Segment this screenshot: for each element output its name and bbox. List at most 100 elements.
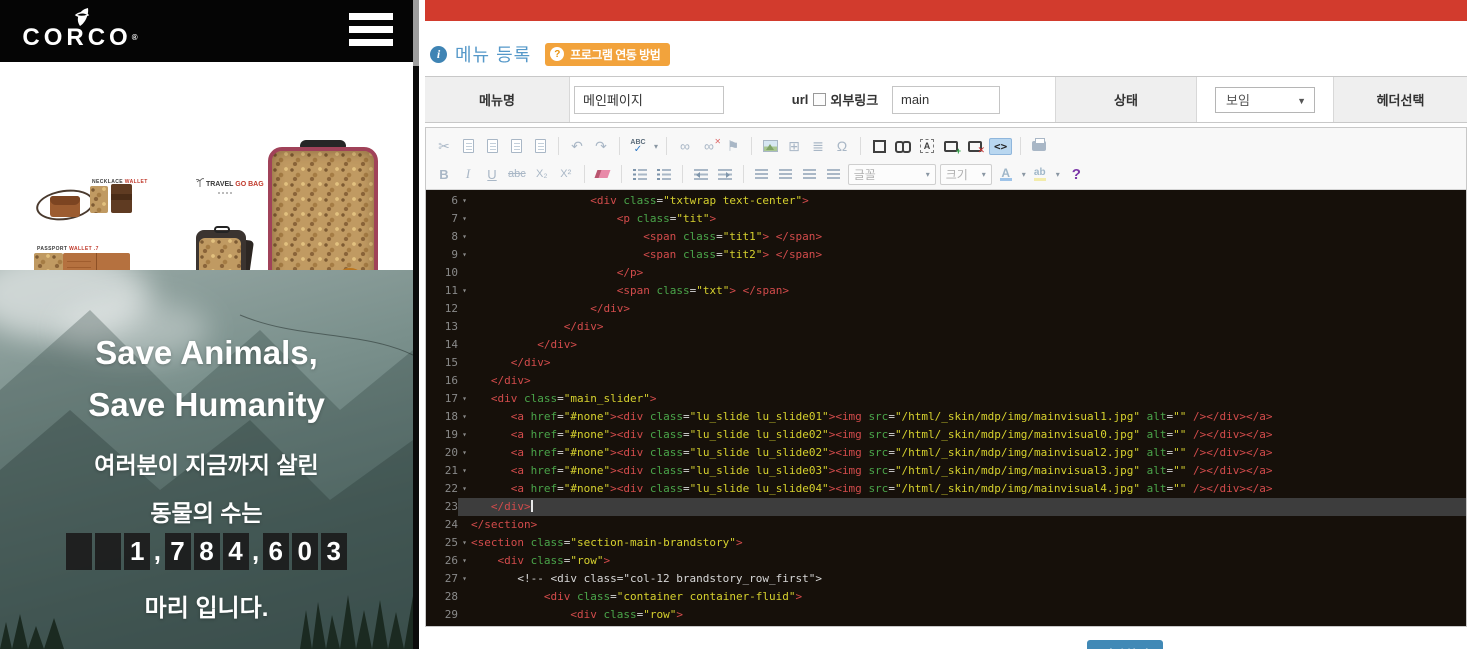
undo-icon[interactable]: ↶ xyxy=(567,135,587,157)
redo-icon[interactable]: ↷ xyxy=(591,135,611,157)
remove-format-icon[interactable] xyxy=(593,163,613,185)
code-line[interactable]: 27▾ <!-- <div class="col-12 brandstory_r… xyxy=(426,570,1466,588)
product-slider[interactable]: NECKLACE WALLET PASSPORT WALLET .7 TRAVE… xyxy=(0,62,413,270)
fold-arrow-icon[interactable] xyxy=(458,498,471,516)
code-line[interactable]: 10 </p> xyxy=(426,264,1466,282)
anchor-flag-icon[interactable]: ⚑ xyxy=(723,135,743,157)
new-page-icon[interactable]: + xyxy=(941,135,961,157)
fold-arrow-icon[interactable] xyxy=(458,300,471,318)
code-line[interactable]: 29 <div class="row"> xyxy=(426,606,1466,624)
fold-arrow-icon[interactable]: ▾ xyxy=(458,192,471,210)
fold-arrow-icon[interactable] xyxy=(458,336,471,354)
code-line[interactable]: 12 </div> xyxy=(426,300,1466,318)
fold-arrow-icon[interactable] xyxy=(458,318,471,336)
spellcheck-icon[interactable]: ABC✓ xyxy=(628,135,648,157)
outdent-icon[interactable] xyxy=(691,163,711,185)
print-icon[interactable] xyxy=(1029,135,1049,157)
fold-arrow-icon[interactable] xyxy=(458,354,471,372)
code-line[interactable]: 25▾<section class="section-main-brandsto… xyxy=(426,534,1466,552)
align-center-icon[interactable] xyxy=(776,163,796,185)
fold-arrow-icon[interactable]: ▾ xyxy=(458,444,471,462)
fold-arrow-icon[interactable]: ▾ xyxy=(458,390,471,408)
align-right-icon[interactable] xyxy=(800,163,820,185)
fold-arrow-icon[interactable]: ▾ xyxy=(458,480,471,498)
unlink-icon[interactable]: ∞✕ xyxy=(699,135,719,157)
bold-icon[interactable]: B xyxy=(434,163,454,185)
save-button[interactable]: 저장하기 xyxy=(1087,640,1163,649)
remove-page-icon[interactable]: ✕ xyxy=(965,135,985,157)
copy-icon[interactable] xyxy=(458,135,478,157)
fold-arrow-icon[interactable]: ▾ xyxy=(458,228,471,246)
horizontal-line-icon[interactable]: ≣ xyxy=(808,135,828,157)
spellcheck-caret-icon[interactable]: ▾ xyxy=(654,142,658,151)
italic-icon[interactable]: I xyxy=(458,163,478,185)
fold-arrow-icon[interactable]: ▾ xyxy=(458,246,471,264)
about-help-icon[interactable]: ? xyxy=(1072,166,1081,183)
numbered-list-icon[interactable] xyxy=(630,163,650,185)
code-line[interactable]: 9▾ <span class="tit2"> </span> xyxy=(426,246,1466,264)
link-icon[interactable]: ∞ xyxy=(675,135,695,157)
code-line[interactable]: 14 </div> xyxy=(426,336,1466,354)
table-icon[interactable]: ⊞ xyxy=(784,135,804,157)
code-line[interactable]: 20▾ <a href="#none"><div class="lu_slide… xyxy=(426,444,1466,462)
external-link-checkbox[interactable] xyxy=(813,93,826,106)
fold-arrow-icon[interactable] xyxy=(458,624,471,626)
source-code-area[interactable]: 6▾ <div class="txtwrap text-center">7▾ <… xyxy=(426,190,1466,626)
text-color-icon[interactable]: A xyxy=(996,163,1016,185)
strikethrough-icon[interactable]: abc xyxy=(506,163,528,185)
image-icon[interactable] xyxy=(760,135,780,157)
fold-arrow-icon[interactable] xyxy=(458,264,471,282)
fold-arrow-icon[interactable]: ▾ xyxy=(458,552,471,570)
code-line[interactable]: 18▾ <a href="#none"><div class="lu_slide… xyxy=(426,408,1466,426)
code-line[interactable]: 22▾ <a href="#none"><div class="lu_slide… xyxy=(426,480,1466,498)
code-line[interactable]: 7▾ <p class="tit"> xyxy=(426,210,1466,228)
preview-scrollbar-thumb[interactable] xyxy=(413,0,419,66)
code-line[interactable]: 26▾ <div class="row"> xyxy=(426,552,1466,570)
fold-arrow-icon[interactable]: ▾ xyxy=(458,408,471,426)
underline-icon[interactable]: U xyxy=(482,163,502,185)
status-select[interactable]: 보임 ▼ xyxy=(1215,87,1315,113)
cut-icon[interactable]: ✂ xyxy=(434,135,454,157)
fold-arrow-icon[interactable] xyxy=(458,372,471,390)
special-char-icon[interactable]: Ω xyxy=(832,135,852,157)
source-button[interactable]: <> xyxy=(989,138,1012,155)
fold-arrow-icon[interactable]: ▾ xyxy=(458,570,471,588)
code-line[interactable]: 17▾ <div class="main_slider"> xyxy=(426,390,1466,408)
fold-arrow-icon[interactable]: ▾ xyxy=(458,282,471,300)
menu-name-input[interactable] xyxy=(574,86,724,114)
code-line[interactable]: 19▾ <a href="#none"><div class="lu_slide… xyxy=(426,426,1466,444)
code-line[interactable]: 8▾ <span class="tit1"> </span> xyxy=(426,228,1466,246)
indent-icon[interactable] xyxy=(715,163,735,185)
brand-logo[interactable]: CORCO® xyxy=(22,6,142,58)
code-line[interactable]: 24</section> xyxy=(426,516,1466,534)
url-input[interactable] xyxy=(892,86,1000,114)
fold-arrow-icon[interactable]: ▾ xyxy=(458,462,471,480)
paste-icon[interactable] xyxy=(482,135,502,157)
code-line[interactable]: 13 </div> xyxy=(426,318,1466,336)
maximize-icon[interactable] xyxy=(869,135,889,157)
code-line[interactable]: 6▾ <div class="txtwrap text-center"> xyxy=(426,192,1466,210)
code-line[interactable]: 28 <div class="container container-fluid… xyxy=(426,588,1466,606)
align-justify-icon[interactable] xyxy=(824,163,844,185)
code-line[interactable]: 11▾ <span class="txt"> </span> xyxy=(426,282,1466,300)
font-family-select[interactable]: 글꼴▾ xyxy=(848,164,936,185)
fold-arrow-icon[interactable]: ▾ xyxy=(458,210,471,228)
font-size-select[interactable]: 크기▾ xyxy=(940,164,992,185)
highlight-color-icon[interactable]: ab xyxy=(1030,163,1050,185)
align-left-icon[interactable] xyxy=(752,163,772,185)
code-line[interactable]: 15 </div> xyxy=(426,354,1466,372)
program-link-help-button[interactable]: ? 프로그램 연동 방법 xyxy=(545,43,670,66)
fold-arrow-icon[interactable]: ▾ xyxy=(458,534,471,552)
menu-icon[interactable] xyxy=(349,13,393,48)
code-line[interactable]: 16 </div> xyxy=(426,372,1466,390)
fold-arrow-icon[interactable] xyxy=(458,516,471,534)
fold-arrow-icon[interactable] xyxy=(458,588,471,606)
fold-arrow-icon[interactable] xyxy=(458,606,471,624)
paste-text-icon[interactable] xyxy=(506,135,526,157)
bullet-list-icon[interactable] xyxy=(654,163,674,185)
find-replace-icon[interactable] xyxy=(893,135,913,157)
paste-word-icon[interactable] xyxy=(530,135,550,157)
select-all-icon[interactable]: A xyxy=(917,135,937,157)
fold-arrow-icon[interactable]: ▾ xyxy=(458,426,471,444)
text-color-caret-icon[interactable]: ▾ xyxy=(1022,170,1026,179)
